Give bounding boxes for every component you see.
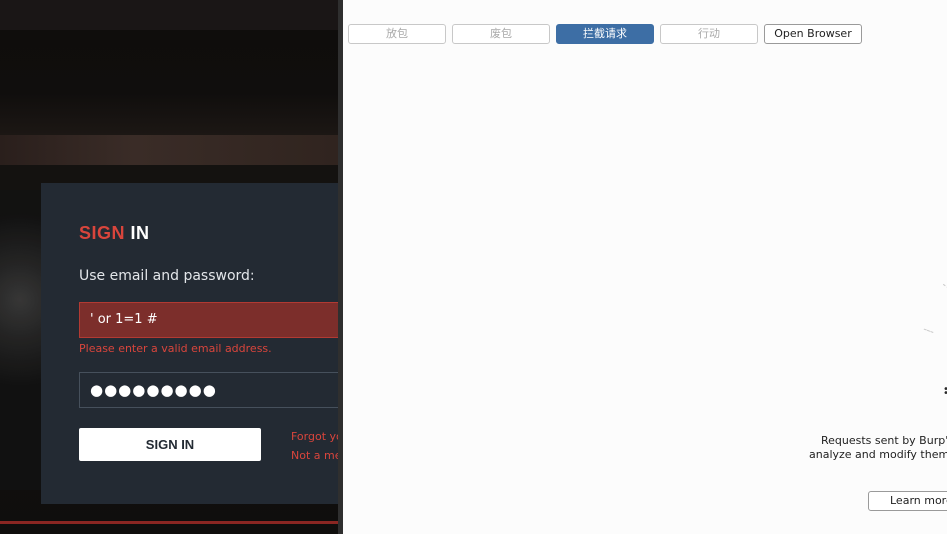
password-field[interactable]: ●●●●●●●●●	[79, 372, 338, 408]
login-card: SIGN IN Use email and password: ' or 1=1…	[41, 183, 338, 504]
login-title-accent: SIGN	[79, 223, 126, 243]
hero-background-top	[0, 0, 338, 30]
learn-more-button[interactable]: Learn more	[868, 491, 947, 511]
action-button[interactable]: 行动	[660, 24, 758, 44]
sign-in-button[interactable]: SIGN IN	[79, 428, 261, 461]
email-field[interactable]: ' or 1=1 #	[79, 302, 338, 338]
intercept-info-text-line1: Requests sent by Burp's br	[821, 434, 947, 447]
hero-background-band	[0, 135, 338, 165]
illustration-dots-icon: ••	[943, 385, 947, 400]
proxy-intercept-pane: 放包 废包 拦截请求 行动 Open Browser •• Requests s…	[343, 0, 947, 534]
email-error-message: Please enter a valid email address.	[79, 342, 272, 355]
illustration-dash	[937, 283, 947, 297]
illustration-dash	[920, 328, 934, 342]
footer-accent-line	[0, 521, 338, 524]
machinery-image	[0, 190, 44, 490]
login-title: SIGN IN	[79, 223, 150, 244]
intercept-toggle-button[interactable]: 拦截请求	[556, 24, 654, 44]
website-pane: SIGN IN Use email and password: ' or 1=1…	[0, 0, 338, 534]
forgot-password-link[interactable]: Forgot yo	[291, 430, 338, 443]
intercept-info-text-line2: analyze and modify them bef	[809, 448, 947, 461]
forward-button[interactable]: 放包	[348, 24, 446, 44]
not-a-member-link[interactable]: Not a me	[291, 449, 338, 462]
drop-button[interactable]: 废包	[452, 24, 550, 44]
hero-background-photo	[0, 30, 338, 135]
screen: SIGN IN Use email and password: ' or 1=1…	[0, 0, 947, 534]
login-title-rest: IN	[125, 223, 150, 243]
open-browser-button[interactable]: Open Browser	[764, 24, 862, 44]
login-subtitle: Use email and password:	[79, 268, 255, 284]
